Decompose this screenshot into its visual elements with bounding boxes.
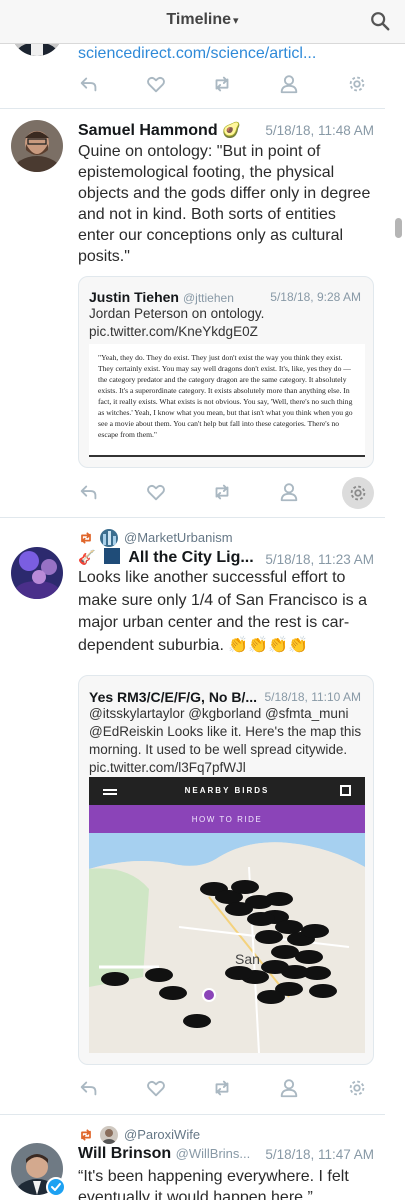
avatar[interactable] (11, 547, 63, 599)
profile-icon[interactable] (278, 481, 304, 505)
quoted-tweet[interactable]: Yes RM3/C/E/F/G, No B/... 5/18/18, 11:10… (78, 675, 374, 1065)
profile-icon[interactable] (278, 73, 304, 97)
gear-icon[interactable] (346, 1077, 372, 1101)
retweeter-avatar[interactable] (100, 1126, 118, 1144)
tweet[interactable]: Samuel Hammond 🥑 5/18/18, 11:48 AM Quine… (0, 109, 385, 517)
tweet[interactable]: @MarketUrbanism 🎸 All the City Lig... 5/… (0, 518, 385, 1114)
reply-icon[interactable] (78, 73, 104, 97)
retweet-icon (81, 532, 91, 544)
retweeter-avatar[interactable] (100, 529, 118, 547)
gear-icon[interactable] (342, 477, 374, 509)
author-name[interactable]: Will Brinson (78, 1145, 171, 1162)
tweet-text: Quine on ontology: "But in point of epis… (78, 143, 371, 265)
quoted-tweet[interactable]: Justin Tiehen @jttiehen 5/18/18, 9:28 AM … (78, 276, 374, 468)
tweet-actions (78, 1077, 368, 1101)
verified-badge-icon (46, 1177, 66, 1197)
retweeter-handle[interactable]: @MarketUrbanism (124, 530, 233, 545)
city-emoji (103, 548, 120, 564)
tweet-actions (78, 477, 374, 509)
quoted-text: @itsskylartaylor @kgborland @sfmta_muni … (89, 706, 362, 775)
retweet-icon[interactable] (211, 481, 237, 505)
author-handle[interactable]: @WillBrins... (176, 1146, 251, 1161)
bird-markers (101, 880, 337, 1028)
guitar-emoji: 🎸 (78, 549, 96, 565)
retweeter-handle[interactable]: @ParoxiWife (124, 1127, 200, 1142)
quoted-timestamp: 5/18/18, 9:28 AM (270, 290, 361, 304)
timeline-title[interactable]: Timeline ▾ (0, 11, 405, 29)
reply-icon[interactable] (78, 481, 104, 505)
timestamp[interactable]: 5/18/18, 11:48 AM (265, 123, 374, 138)
scrollbar[interactable] (395, 218, 402, 238)
tweet-actions (78, 73, 368, 97)
quoted-image[interactable]: "Yeah, they do. They do exist. They just… (89, 344, 365, 457)
heart-icon[interactable] (145, 481, 171, 505)
map-image[interactable]: NEARBY BIRDS HOW TO RIDE San (89, 777, 365, 1053)
quoted-author-name: Yes RM3/C/E/F/G, No B/... (89, 689, 258, 705)
timestamp[interactable]: 5/18/18, 11:47 AM (265, 1147, 374, 1162)
quoted-author-name: Justin Tiehen (89, 289, 179, 305)
tweet[interactable]: @ParoxiWife Will Brinson @WillBrins... 5… (0, 1115, 385, 1200)
author-name[interactable]: Samuel Hammond (78, 122, 218, 139)
heart-icon[interactable] (145, 73, 171, 97)
heart-icon[interactable] (145, 1077, 171, 1101)
quoted-author-handle: @jttiehen (182, 291, 234, 305)
gear-icon[interactable] (346, 73, 372, 97)
retweet-icon (81, 1129, 91, 1141)
tweet-text: Looks like another successful effort to … (78, 569, 368, 654)
author-name[interactable]: All the City Lig... (128, 549, 253, 566)
retweet-icon[interactable] (211, 73, 237, 97)
search-icon[interactable] (369, 10, 391, 32)
quoted-timestamp: 5/18/18, 11:10 AM (264, 690, 361, 704)
retweet-icon[interactable] (211, 1077, 237, 1101)
quoted-text: Jordan Peterson on ontology. pic.twitter… (89, 306, 265, 339)
timestamp[interactable]: 5/18/18, 11:23 AM (265, 552, 374, 567)
chevron-down-icon[interactable]: ▾ (233, 15, 239, 27)
app-header: Timeline ▾ (0, 0, 405, 44)
avatar[interactable] (11, 120, 63, 172)
tweet-link[interactable]: sciencedirect.com/science/articl... (78, 45, 316, 63)
profile-icon[interactable] (278, 1077, 304, 1101)
avocado-emoji: 🥑 (222, 122, 241, 139)
author-row: 🎸 All the City Lig... (78, 548, 254, 567)
tweet-text: “It's been happening everywhere. I felt … (78, 1168, 349, 1200)
book-excerpt: "Yeah, they do. They do exist. They just… (98, 353, 353, 439)
reply-icon[interactable] (78, 1077, 104, 1101)
